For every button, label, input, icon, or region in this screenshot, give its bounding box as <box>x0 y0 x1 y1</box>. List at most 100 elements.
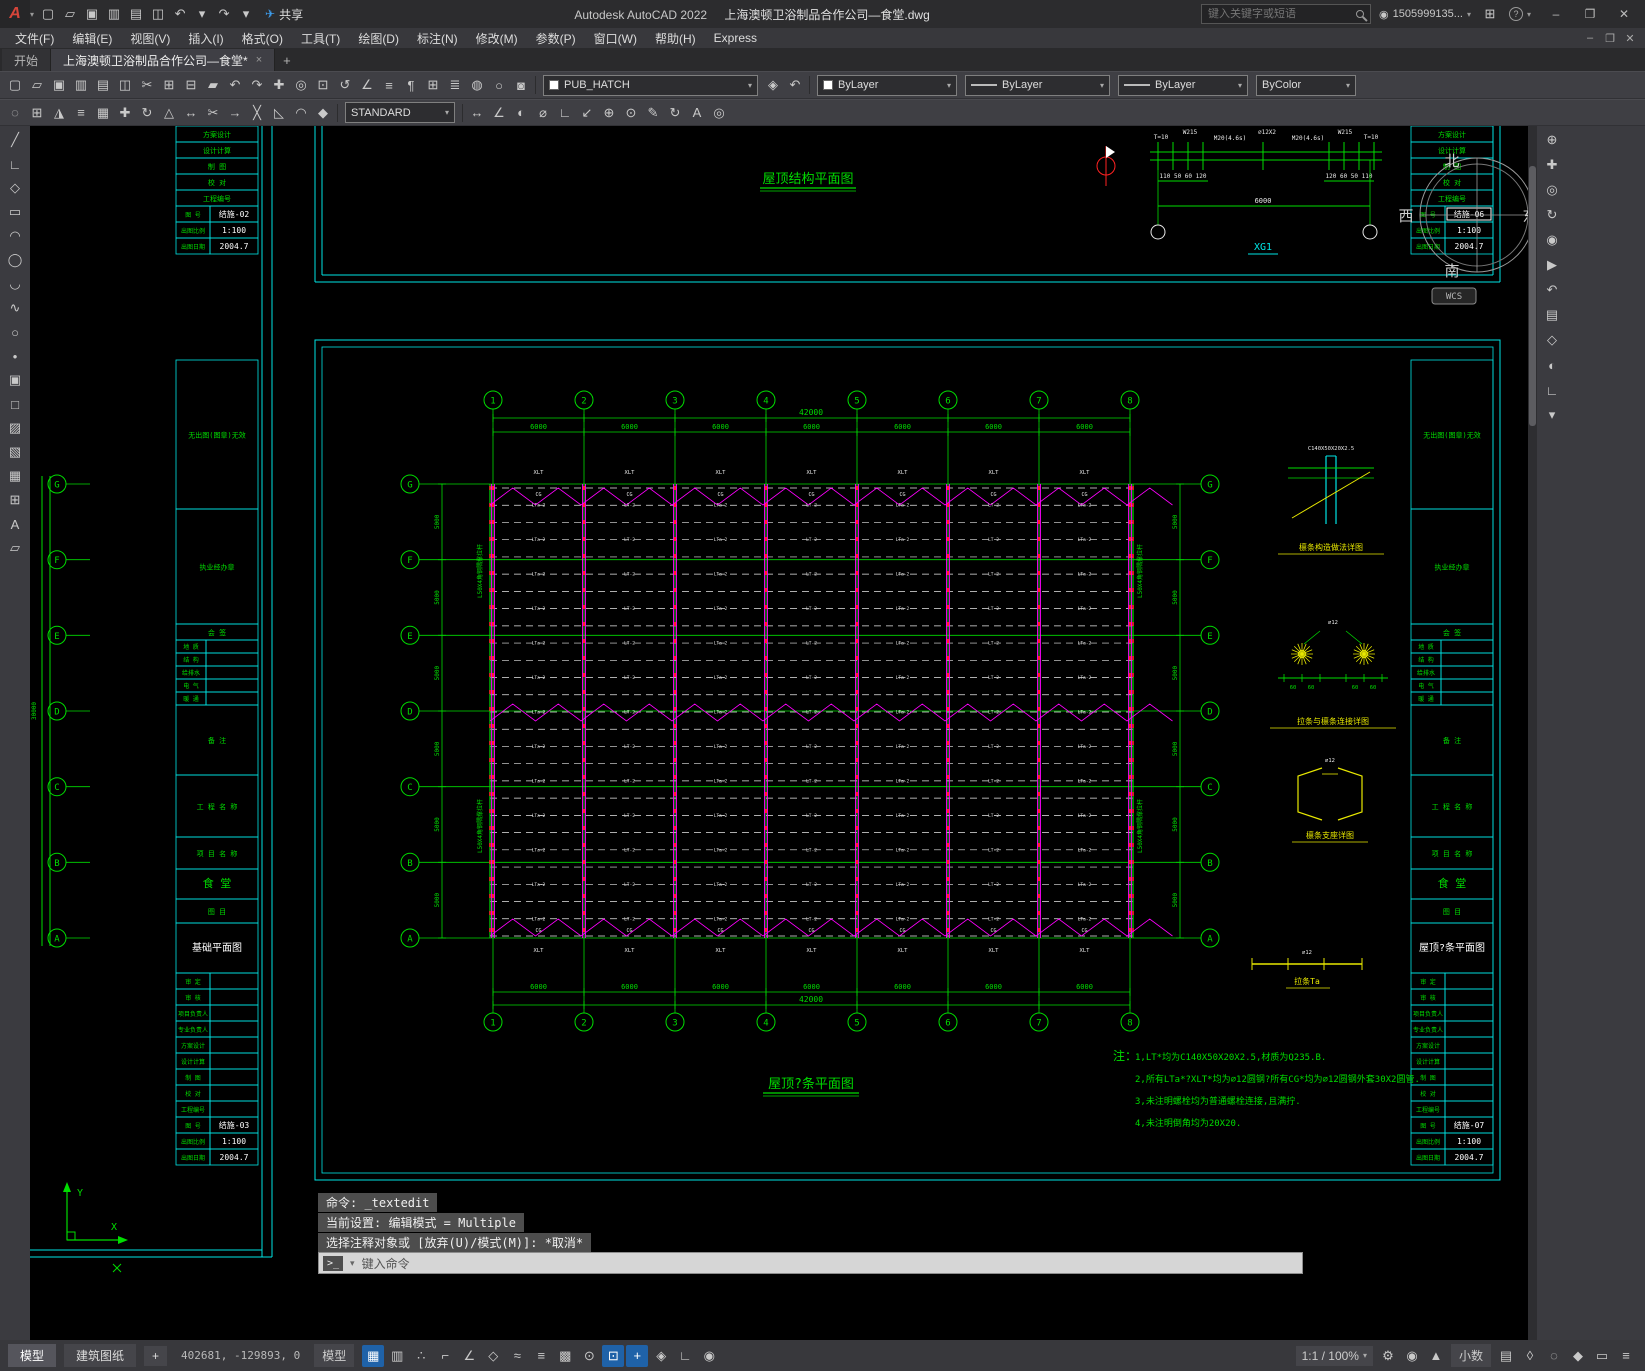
title-block-partial[interactable]: 方案设计设计计算制 图校 对工程编号图 号 结施-02 出图比例 1:100 出图日期 2… <box>175 126 259 255</box>
help-button[interactable]: ? ▾ <box>1508 7 1531 21</box>
layout-tab[interactable]: 建筑图纸 <box>64 1344 137 1367</box>
plot-preview-icon[interactable]: ◫ <box>114 74 136 96</box>
isolate-objects-icon[interactable]: ◌ <box>1543 1345 1565 1367</box>
make-block-icon[interactable]: □ <box>4 393 26 415</box>
minimize-button[interactable]: – <box>1539 0 1573 28</box>
purlin-plan[interactable]: XLT XLT CG CG XLT XLT CG CG XLT XLT CG CG XLT XLT CG CG… <box>476 470 1173 1097</box>
line-icon[interactable]: ╱ <box>4 129 26 151</box>
grid-icon[interactable]: ▦ <box>362 1344 385 1367</box>
new-icon[interactable]: ▢ <box>37 3 59 25</box>
ucs-icon-toggle-icon[interactable]: ∟ <box>1541 379 1563 401</box>
title-block[interactable]: 无出图(图章)无效执业经办章会 签地 质结 构给排水电 气暖 通备 注工 程 名… <box>175 359 259 1166</box>
match-properties-icon[interactable]: ▰ <box>202 74 224 96</box>
maximize-button[interactable]: ❐ <box>1573 0 1607 28</box>
explode-icon[interactable]: ◆ <box>312 102 334 124</box>
search-icon[interactable] <box>1356 10 1364 18</box>
roof-structure-fragment[interactable]: W215 W215 M20(4.6s) M20(4.6s) T=10 T=10 ∅12X2 1… <box>760 129 1382 255</box>
redo-icon[interactable]: ↷ <box>246 74 268 96</box>
plot-icon[interactable]: ▤ <box>92 74 114 96</box>
menu-item-2[interactable]: 视图(V) <box>121 30 179 47</box>
doc-restore-button[interactable]: ❐ <box>1601 32 1619 45</box>
quick-properties-icon[interactable]: ▤ <box>1495 1345 1517 1367</box>
full-navigation-icon[interactable]: ⊕ <box>1541 129 1563 151</box>
isodraft-icon[interactable]: ◇ <box>482 1345 504 1367</box>
snap-icon[interactable]: ▥ <box>386 1345 408 1367</box>
offset-icon[interactable]: ≡ <box>70 102 92 124</box>
open-icon[interactable]: ▱ <box>59 3 81 25</box>
menu-item-1[interactable]: 编辑(E) <box>63 30 121 47</box>
open-icon[interactable]: ▱ <box>26 74 48 96</box>
multiline-text-icon[interactable]: A <box>686 102 708 124</box>
object-snap-tracking-icon[interactable]: ≈ <box>506 1345 528 1367</box>
rectangle-icon[interactable]: ▭ <box>4 201 26 223</box>
spline-icon[interactable]: ∿ <box>4 297 26 319</box>
zoom-extents-icon[interactable]: ◎ <box>1541 179 1563 201</box>
fillet-icon[interactable]: ◠ <box>290 102 312 124</box>
pan-icon[interactable]: ✚ <box>1541 154 1563 176</box>
menu-item-5[interactable]: 工具(T) <box>292 30 349 47</box>
undo-icon[interactable]: ↶ <box>224 74 246 96</box>
dim-edit-icon[interactable]: ✎ <box>642 102 664 124</box>
new-drawing-tab-button[interactable]: + <box>275 49 299 71</box>
move-icon[interactable]: ✚ <box>114 102 136 124</box>
infer-constraints-icon[interactable]: ∴ <box>410 1345 432 1367</box>
arc-icon[interactable]: ◠ <box>4 225 26 247</box>
camera-icon[interactable]: ◐ <box>1541 354 1563 376</box>
erase-icon[interactable]: ◌ <box>4 102 26 124</box>
plot-style-dropdown[interactable]: ByColor ▾ <box>1256 74 1356 96</box>
center-mark-icon[interactable]: ⊙ <box>620 102 642 124</box>
find-replace-icon[interactable]: ◎ <box>708 102 730 124</box>
selection-cycling-icon[interactable]: ⊙ <box>578 1345 600 1367</box>
customize-icon[interactable]: ≡ <box>1615 1345 1637 1367</box>
start-tab[interactable]: 开始 <box>2 49 52 71</box>
steering-wheel-icon[interactable]: ◉ <box>1541 229 1563 251</box>
title-block[interactable]: 无出图(图章)无效执业经办章会 签地 质结 构给排水电 气暖 通备 注工 程 名… <box>1410 359 1494 1166</box>
menu-item-9[interactable]: 参数(P) <box>527 30 585 47</box>
paste-icon[interactable]: ⊟ <box>180 74 202 96</box>
field-icon[interactable]: ¶ <box>400 74 422 96</box>
annotation-scale-button[interactable]: 1:1 / 100% ▾ <box>1295 1345 1373 1366</box>
wipeout-icon[interactable]: ▱ <box>4 537 26 559</box>
array-icon[interactable]: ▦ <box>92 102 114 124</box>
text-style-dropdown[interactable]: STANDARD ▾ <box>345 102 455 123</box>
table-icon[interactable]: ⊞ <box>422 74 444 96</box>
quick-leader-icon[interactable]: ↙ <box>576 102 598 124</box>
copy-clip-icon[interactable]: ⊞ <box>158 74 180 96</box>
close-tab-icon[interactable]: × <box>256 54 262 66</box>
save-as-icon[interactable]: ▥ <box>70 74 92 96</box>
ortho-icon[interactable]: ⌐ <box>434 1345 456 1367</box>
layer-dropdown[interactable]: PUB_HATCH ▾ <box>543 74 758 96</box>
menu-item-6[interactable]: 绘图(D) <box>349 30 408 47</box>
3d-object-snap-icon[interactable]: ◈ <box>650 1345 672 1367</box>
cad-drawing[interactable]: 方案设计设计计算制 图校 对工程编号图 号结施-02出图比例 1:100出图日期 2… <box>30 126 1537 1340</box>
rotate-icon[interactable]: ↻ <box>136 102 158 124</box>
nav-settings-icon[interactable]: ▾ <box>1541 404 1563 426</box>
layer-properties-icon[interactable]: ≣ <box>444 74 466 96</box>
dim-aligned-icon[interactable]: ∠ <box>488 102 510 124</box>
scrollbar-thumb[interactable] <box>1529 166 1536 426</box>
orbit-icon[interactable]: ↻ <box>1541 204 1563 226</box>
scale-icon[interactable]: △ <box>158 102 180 124</box>
measure-icon[interactable]: ∠ <box>356 74 378 96</box>
tolerance-icon[interactable]: ⊕ <box>598 102 620 124</box>
point-icon[interactable]: • <box>4 345 26 367</box>
vertical-scrollbar[interactable] <box>1528 126 1537 1340</box>
units-button[interactable]: 小数 <box>1450 1344 1491 1367</box>
zoom-realtime-icon[interactable]: ◎ <box>290 74 312 96</box>
hatch-icon[interactable]: ▨ <box>4 417 26 439</box>
gradient-icon[interactable]: ▧ <box>4 441 26 463</box>
undo-arrow-icon[interactable]: ▾ <box>191 3 213 25</box>
cut-icon[interactable]: ✂ <box>136 74 158 96</box>
color-dropdown[interactable]: ByLayer ▾ <box>817 74 957 96</box>
plot-preview-icon[interactable]: ◫ <box>147 3 169 25</box>
adjacent-sheet-grid[interactable]: G F E D C B A 30000 <box>31 474 90 948</box>
save-as-icon[interactable]: ▥ <box>103 3 125 25</box>
pan-realtime-icon[interactable]: ✚ <box>268 74 290 96</box>
quick-calc-icon[interactable]: ≡ <box>378 74 400 96</box>
doc-close-button[interactable]: ✕ <box>1621 32 1639 45</box>
layer-states-icon[interactable]: ◍ <box>466 74 488 96</box>
new-layout-button[interactable]: + <box>144 1345 168 1366</box>
lock-ui-icon[interactable]: ◊ <box>1519 1345 1541 1367</box>
layer-off-icon[interactable]: ○ <box>488 74 510 96</box>
previous-view-icon[interactable]: ↶ <box>1541 279 1563 301</box>
